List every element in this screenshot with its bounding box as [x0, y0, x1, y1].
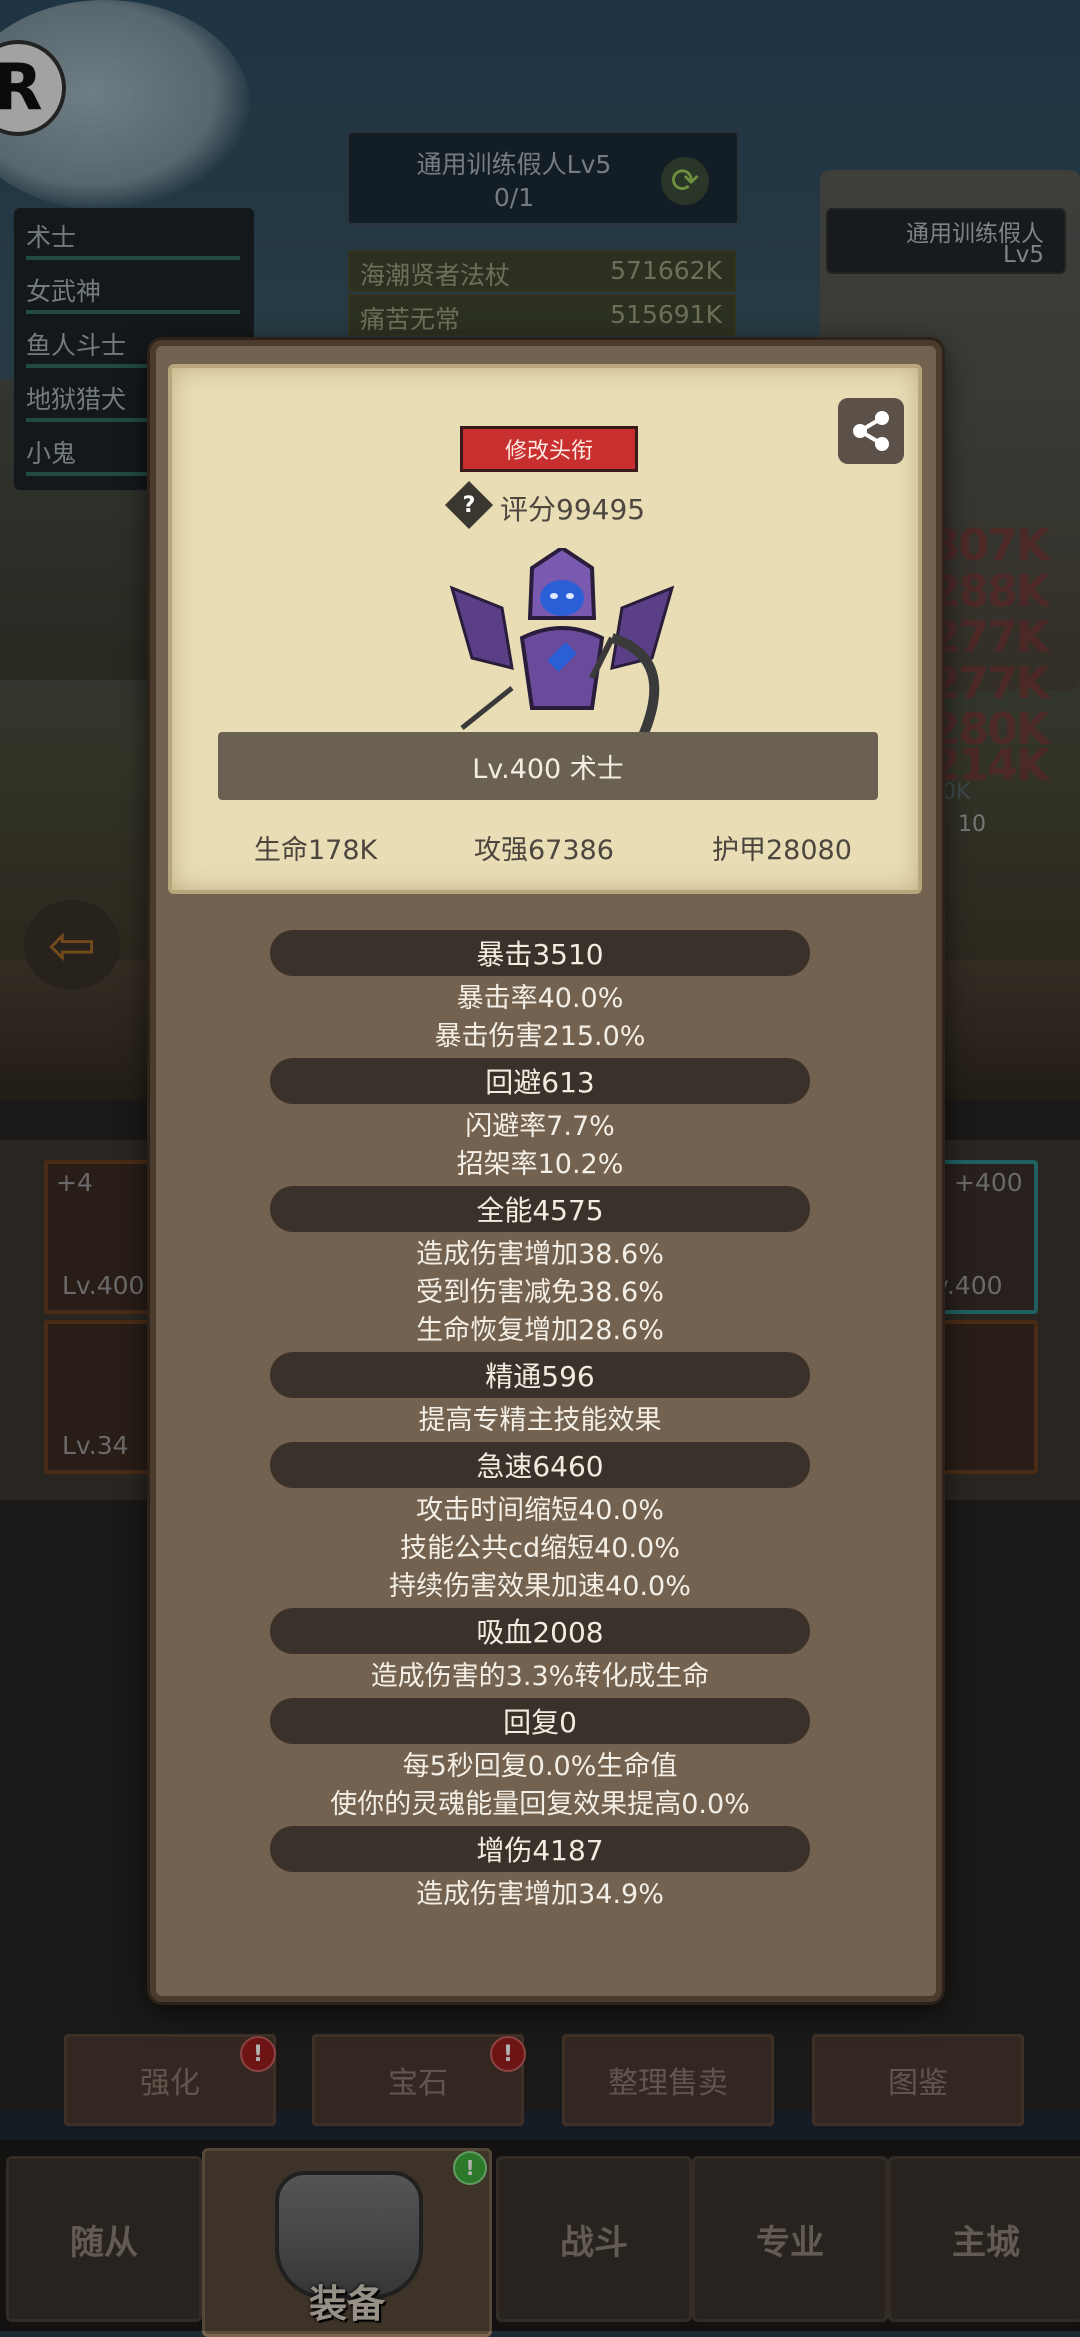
stat-detail: 每5秒回复0.0%生命值 — [402, 1751, 678, 1782]
stat-armor: 护甲28080 — [712, 835, 852, 866]
stat-detail: 暴击率40.0% — [456, 983, 624, 1014]
stat-detail: 使你的灵魂能量回复效果提高0.0% — [330, 1789, 750, 1820]
character-name-level: Lv.400 术士 — [218, 732, 878, 800]
stat-detail: 提高专精主技能效果 — [418, 1405, 662, 1436]
stat-group-header: 回复0 — [270, 1698, 810, 1744]
stat-attack-power: 攻强67386 — [474, 835, 614, 866]
score-text: 评分99495 — [500, 493, 646, 526]
stat-detail: 暴击伤害215.0% — [434, 1021, 646, 1052]
stat-health: 生命178K — [254, 835, 378, 866]
stat-detail: 招架率10.2% — [456, 1149, 624, 1180]
warlock-portrait — [442, 545, 682, 748]
character-card: 修改头衔 ? 评分99495 Lv.400 术士 生命178K 攻强67386 … — [168, 364, 922, 894]
share-icon[interactable] — [838, 398, 904, 464]
stat-group-header: 吸血2008 — [270, 1608, 810, 1654]
stat-detail: 受到伤害减免38.6% — [416, 1277, 664, 1308]
stat-detail: 闪避率7.7% — [465, 1111, 615, 1142]
stat-detail: 造成伤害的3.3%转化成生命 — [370, 1661, 710, 1692]
stat-group-header: 回避613 — [270, 1058, 810, 1104]
stat-group-header: 暴击3510 — [270, 930, 810, 976]
stat-detail: 持续伤害效果加速40.0% — [389, 1571, 691, 1602]
stat-group-header: 精通596 — [270, 1352, 810, 1398]
stat-group-header: 急速6460 — [270, 1442, 810, 1488]
stat-detail: 造成伤害增加38.6% — [416, 1239, 664, 1270]
change-title-button[interactable]: 修改头衔 — [460, 426, 638, 472]
stat-detail: 技能公共cd缩短40.0% — [400, 1533, 680, 1564]
character-stats-popup: 修改头衔 ? 评分99495 Lv.400 术士 生命178K 攻强67386 … — [150, 340, 942, 2002]
stat-detail: 生命恢复增加28.6% — [416, 1315, 664, 1346]
stat-detail: 造成伤害增加34.9% — [416, 1879, 664, 1910]
stat-detail: 攻击时间缩短40.0% — [416, 1495, 664, 1526]
stat-group-header: 全能4575 — [270, 1186, 810, 1232]
stat-group-header: 增伤4187 — [270, 1826, 810, 1872]
help-icon-mark: ? — [462, 492, 476, 518]
